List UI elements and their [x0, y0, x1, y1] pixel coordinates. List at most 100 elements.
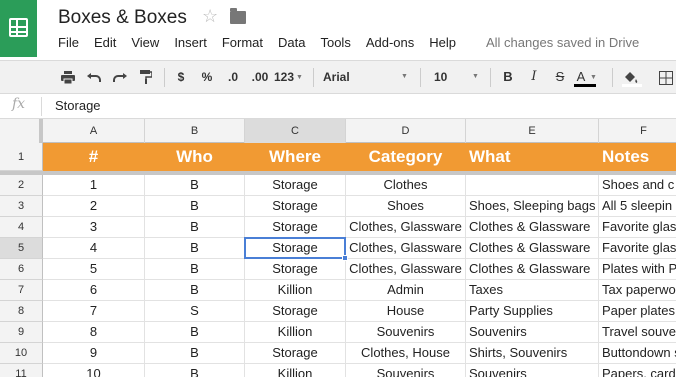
cell-notes[interactable]: Papers, card	[599, 364, 676, 377]
cell-who[interactable]: B	[145, 196, 245, 217]
cell-what[interactable]: Clothes & Glassware	[466, 217, 599, 238]
cell-who[interactable]: B	[145, 364, 245, 377]
bold-button[interactable]: B	[499, 61, 517, 93]
increase-decimal-button[interactable]: .00	[248, 61, 272, 93]
fill-color-button[interactable]: ▼	[622, 61, 648, 113]
cell-where[interactable]: Killion	[245, 322, 346, 343]
menu-data[interactable]: Data	[278, 35, 305, 51]
cell-number[interactable]: 2	[43, 196, 145, 217]
fill-handle[interactable]	[342, 255, 348, 261]
menu-addons[interactable]: Add-ons	[366, 35, 414, 51]
cell-category[interactable]: Souvenirs	[346, 364, 466, 377]
cell-who[interactable]: B	[145, 322, 245, 343]
cell-where[interactable]: Storage	[245, 259, 346, 280]
cell-number[interactable]: 8	[43, 322, 145, 343]
cell-what[interactable]: What	[466, 143, 599, 171]
cell-notes[interactable]: Tax paperwo	[599, 280, 676, 301]
cell-notes[interactable]: Plates with P	[599, 259, 676, 280]
column-header-c[interactable]: C	[245, 119, 346, 143]
cell-where[interactable]: Storage	[245, 175, 346, 196]
cell-number[interactable]: 5	[43, 259, 145, 280]
text-color-button[interactable]: A ▼	[574, 61, 600, 93]
undo-icon[interactable]	[84, 61, 104, 93]
row-header[interactable]: 6	[0, 259, 43, 280]
cell-what[interactable]: Shoes, Sleeping bags	[466, 196, 599, 217]
document-title[interactable]: Boxes & Boxes	[58, 7, 187, 29]
cell-category[interactable]: Shoes	[346, 196, 466, 217]
cell-what[interactable]: Souvenirs	[466, 364, 599, 377]
row-header[interactable]: 8	[0, 301, 43, 322]
cell-notes[interactable]: Favorite glas	[599, 238, 676, 259]
cell-notes[interactable]: Paper plates	[599, 301, 676, 322]
cell-where[interactable]: Storage	[245, 217, 346, 238]
cell-where[interactable]: Killion	[245, 280, 346, 301]
cell-what[interactable]: Souvenirs	[466, 322, 599, 343]
cell-number[interactable]: 4	[43, 238, 145, 259]
menu-view[interactable]: View	[131, 35, 159, 51]
italic-button[interactable]: I	[525, 61, 543, 93]
font-size-select[interactable]: 10 ▼	[434, 61, 480, 93]
cell-where[interactable]: Storage	[245, 238, 346, 259]
percent-button[interactable]: %	[198, 61, 216, 93]
cell-where[interactable]: Storage	[245, 343, 346, 364]
cell-number[interactable]: 6	[43, 280, 145, 301]
cell-notes[interactable]: Shoes and c	[599, 175, 676, 196]
row-header[interactable]: 4	[0, 217, 43, 238]
cell-notes[interactable]: Buttondown s	[599, 343, 676, 364]
cell-who[interactable]: B	[145, 217, 245, 238]
select-all-corner[interactable]	[0, 119, 43, 143]
cell-category[interactable]: Souvenirs	[346, 322, 466, 343]
row-header[interactable]: 9	[0, 322, 43, 343]
cell-number[interactable]: #	[43, 143, 145, 171]
cell-number[interactable]: 10	[43, 364, 145, 377]
cell-who[interactable]: S	[145, 301, 245, 322]
cell-category[interactable]: Clothes, Glassware	[346, 238, 466, 259]
cell-where[interactable]: Where	[245, 143, 346, 171]
menu-insert[interactable]: Insert	[174, 35, 207, 51]
font-family-select[interactable]: Arial ▼	[323, 61, 408, 93]
cell-number[interactable]: 3	[43, 217, 145, 238]
menu-format[interactable]: Format	[222, 35, 263, 51]
cell-category[interactable]: Admin	[346, 280, 466, 301]
cell-notes[interactable]: Notes	[599, 143, 676, 171]
cell-where[interactable]: Killion	[245, 364, 346, 377]
menu-tools[interactable]: Tools	[320, 35, 350, 51]
cell-category[interactable]: Clothes	[346, 175, 466, 196]
cell-number[interactable]: 1	[43, 175, 145, 196]
cell-who[interactable]: B	[145, 280, 245, 301]
cell-number[interactable]: 7	[43, 301, 145, 322]
column-header-d[interactable]: D	[346, 119, 466, 143]
cell-notes[interactable]: Favorite glas	[599, 217, 676, 238]
redo-icon[interactable]	[110, 61, 130, 93]
cell-where[interactable]: Storage	[245, 301, 346, 322]
paint-format-icon[interactable]	[136, 61, 156, 93]
row-header[interactable]: 11	[0, 364, 43, 377]
borders-icon[interactable]	[656, 61, 676, 93]
cell-who[interactable]: B	[145, 259, 245, 280]
cell-what[interactable]: Clothes & Glassware	[466, 259, 599, 280]
menu-help[interactable]: Help	[429, 35, 456, 51]
menu-file[interactable]: File	[58, 35, 79, 51]
row-header[interactable]: 10	[0, 343, 43, 364]
star-icon[interactable]: ☆	[202, 6, 218, 27]
cell-who[interactable]: B	[145, 343, 245, 364]
more-formats-button[interactable]: 123 ▼	[274, 61, 308, 93]
cell-who[interactable]: Who	[145, 143, 245, 171]
formula-input[interactable]: Storage	[55, 98, 101, 113]
cell-category[interactable]: Clothes, Glassware	[346, 259, 466, 280]
cell-what[interactable]: Clothes & Glassware	[466, 238, 599, 259]
menu-edit[interactable]: Edit	[94, 35, 116, 51]
cell-category[interactable]: House	[346, 301, 466, 322]
cell-category[interactable]: Clothes, House	[346, 343, 466, 364]
row-header[interactable]: 7	[0, 280, 43, 301]
cell-who[interactable]: B	[145, 238, 245, 259]
cell-category[interactable]: Clothes, Glassware	[346, 217, 466, 238]
cell-what[interactable]	[466, 175, 599, 196]
decrease-decimal-button[interactable]: .0	[222, 61, 244, 93]
column-header-a[interactable]: A	[43, 119, 145, 143]
cell-what[interactable]: Shirts, Souvenirs	[466, 343, 599, 364]
row-header[interactable]: 1	[0, 143, 43, 171]
row-header[interactable]: 3	[0, 196, 43, 217]
currency-button[interactable]: $	[172, 61, 190, 93]
cell-notes[interactable]: Travel souve	[599, 322, 676, 343]
